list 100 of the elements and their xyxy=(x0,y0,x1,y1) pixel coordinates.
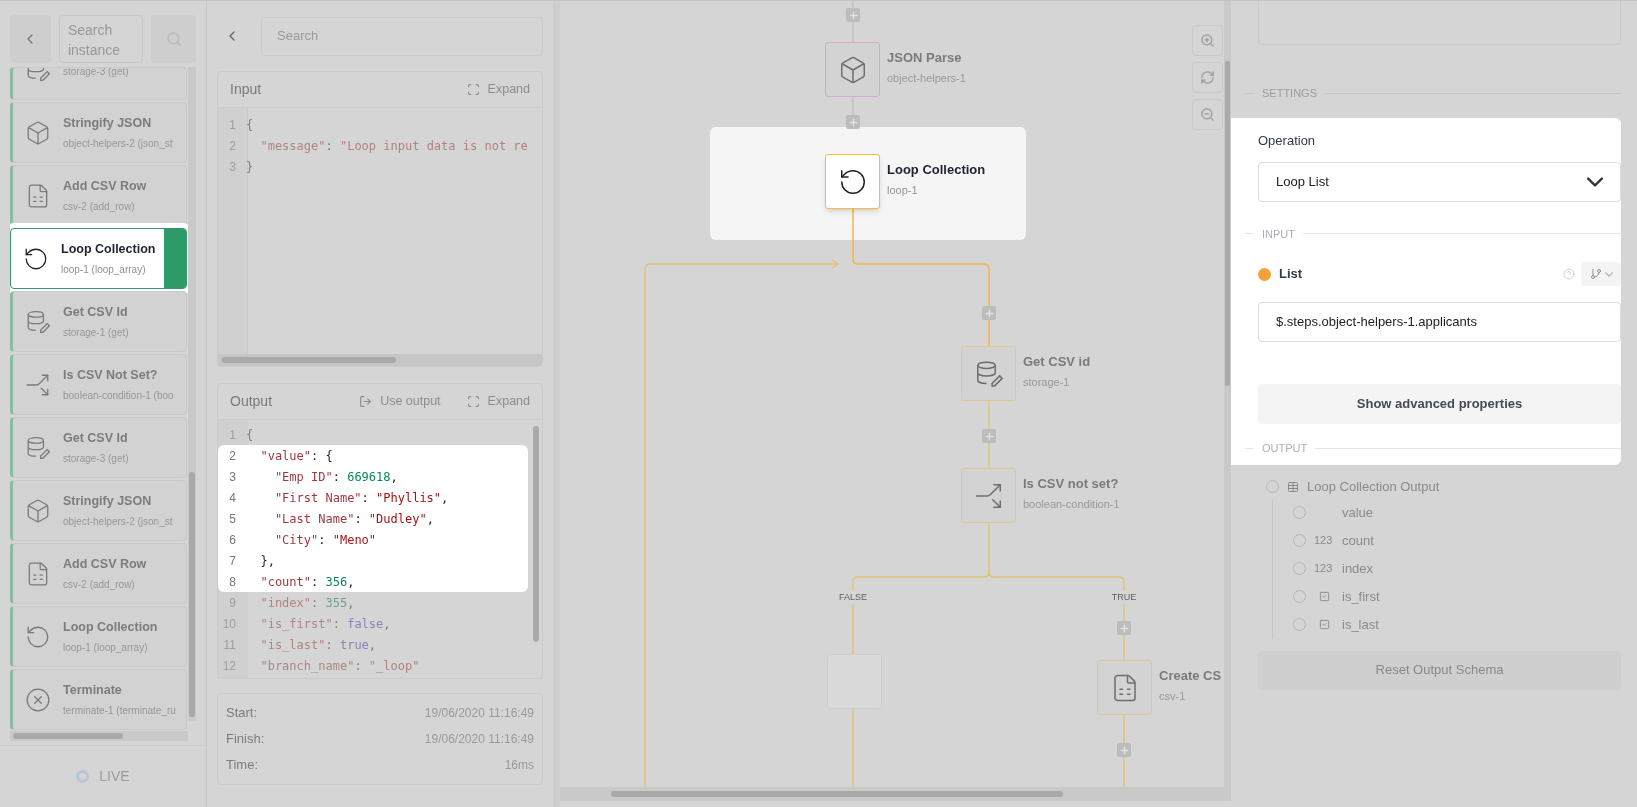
tree-label: Loop Collection Output xyxy=(1307,477,1440,496)
node-subtitle: object-helpers-1 xyxy=(887,70,966,86)
database-edit-icon xyxy=(25,308,51,335)
zoom-in-icon xyxy=(1200,33,1215,48)
code-line: "is_last": true, xyxy=(259,636,377,654)
flow-node[interactable] xyxy=(961,468,1016,523)
step-title: Get CSV Id xyxy=(63,429,129,447)
scrollbar-thumb[interactable] xyxy=(222,357,396,363)
line-number: 2 xyxy=(228,447,237,465)
step-card[interactable]: Get CSV Id storage-3 (get) xyxy=(10,417,187,478)
tree-label: count xyxy=(1342,531,1374,550)
list-path-field[interactable]: $.steps.object-helpers-1.applicants xyxy=(1258,302,1621,342)
reset-zoom-button[interactable] xyxy=(1192,62,1223,93)
step-subtitle: storage-3 (get) xyxy=(63,452,130,467)
flow-node[interactable] xyxy=(825,42,880,97)
node-title: Create CS xyxy=(1159,667,1222,685)
timing-value: 19/06/2020 11:16:49 xyxy=(424,731,534,748)
step-card[interactable]: Get CSV Id storage-1 (get) xyxy=(10,291,187,352)
scrollbar-thumb[interactable] xyxy=(611,791,1063,797)
step-subtitle: terminate-1 (terminate_ru xyxy=(63,704,177,719)
step-subtitle: csv-2 (add_row) xyxy=(63,578,136,593)
step-title: Get CSV Id xyxy=(63,303,129,321)
search-field[interactable]: Search instance xyxy=(58,15,144,63)
help-icon[interactable] xyxy=(1563,268,1575,280)
step-subtitle: loop-1 (loop_array) xyxy=(61,263,147,278)
search-field[interactable]: Search xyxy=(261,16,543,56)
zoom-out-button[interactable] xyxy=(1192,99,1223,130)
code-line: "index": 355, xyxy=(259,594,355,612)
search-button[interactable] xyxy=(151,15,196,63)
step-card[interactable]: Terminate terminate-1 (terminate_ru xyxy=(10,669,187,730)
add-step-button[interactable] xyxy=(846,115,860,129)
line-number: 6 xyxy=(228,531,237,549)
timing-label: Start: xyxy=(226,704,258,723)
scrollbar-thumb[interactable] xyxy=(533,426,539,642)
step-card[interactable]: Add CSV Row csv-2 (add_row) xyxy=(10,543,187,604)
section-heading: SETTINGS xyxy=(1262,86,1317,101)
zoom-in-button[interactable] xyxy=(1192,25,1223,56)
step-title: Stringify JSON xyxy=(63,114,153,132)
add-step-button[interactable] xyxy=(982,306,996,320)
scrollbar-thumb[interactable] xyxy=(13,733,123,739)
operation-select[interactable]: Loop List xyxy=(1258,161,1621,202)
field-label: Operation xyxy=(1258,132,1316,148)
expand-icon xyxy=(466,83,480,96)
step-card[interactable]: Add CSV Row csv-2 (add_row) xyxy=(10,165,187,226)
tree-label: is_last xyxy=(1342,615,1379,634)
add-step-button[interactable] xyxy=(1117,743,1131,757)
code-line: "branch_name": "_loop" xyxy=(259,657,420,675)
branch-menu-button[interactable] xyxy=(1581,262,1621,286)
checkbox-type-icon xyxy=(1318,591,1330,602)
type-label: 123 xyxy=(1314,533,1334,549)
code-line: "Last Name": "Dudley", xyxy=(273,510,434,528)
code-line: { xyxy=(245,116,254,134)
branch-label: TRUE xyxy=(1111,591,1137,604)
line-number: 4 xyxy=(228,489,237,507)
status-ring-icon xyxy=(76,770,90,783)
card-title: Input xyxy=(230,80,262,99)
code-line: "City": "Meno" xyxy=(273,531,377,549)
node-title: Loop Collection xyxy=(887,161,986,179)
code-line: "message": "Loop input data is not re xyxy=(259,137,528,155)
step-title: Loop Collection xyxy=(63,618,159,636)
scrollbar-thumb[interactable] xyxy=(189,472,195,717)
flow-node[interactable] xyxy=(1097,660,1152,715)
step-title: Loop Collection xyxy=(61,240,157,258)
flow-node[interactable] xyxy=(825,154,880,209)
timing-label: Time: xyxy=(226,756,259,775)
reset-schema-button[interactable]: Reset Output Schema xyxy=(1258,650,1621,690)
step-card[interactable]: storage-3 (get) xyxy=(10,67,187,100)
expand-button[interactable]: Expand xyxy=(466,80,530,99)
line-number: 7 xyxy=(228,552,237,570)
use-output-button[interactable]: Use output xyxy=(359,392,441,411)
code-line: "count": 356, xyxy=(259,573,355,591)
type-label: 123 xyxy=(1314,561,1334,577)
card-title: Output xyxy=(230,392,273,411)
step-title: Add CSV Row xyxy=(63,555,148,573)
flow-node[interactable] xyxy=(961,346,1016,401)
code-line: "is_first": false, xyxy=(259,615,391,633)
flow-node[interactable] xyxy=(827,654,882,709)
node-subtitle: storage-1 xyxy=(1023,374,1071,390)
live-label: LIVE xyxy=(99,767,130,786)
tree-label: is_first xyxy=(1342,587,1380,606)
line-number: 8 xyxy=(228,573,237,591)
code-line: } xyxy=(245,158,254,176)
step-subtitle: csv-2 (add_row) xyxy=(63,200,136,215)
node-subtitle: csv-1 xyxy=(1159,688,1187,704)
back-button[interactable] xyxy=(10,15,51,63)
node-title: Is CSV not set? xyxy=(1023,475,1120,493)
expand-button[interactable]: Expand xyxy=(466,392,530,411)
code-line: "value": { xyxy=(259,447,333,465)
refresh-icon xyxy=(1200,70,1215,85)
add-step-button[interactable] xyxy=(1117,621,1131,635)
branch-icon xyxy=(1589,268,1602,280)
line-number: 5 xyxy=(228,510,237,528)
add-step-button[interactable] xyxy=(982,429,996,443)
show-advanced-button[interactable]: Show advanced properties xyxy=(1258,384,1621,424)
code-line: "Emp ID": 669618, xyxy=(273,468,398,486)
node-subtitle: loop-1 xyxy=(887,182,919,198)
scrollbar-thumb[interactable] xyxy=(1225,61,1230,386)
add-step-button[interactable] xyxy=(846,8,860,22)
step-title: Add CSV Row xyxy=(63,177,148,195)
step-card[interactable]: Loop Collection loop-1 (loop_array) xyxy=(10,606,187,667)
